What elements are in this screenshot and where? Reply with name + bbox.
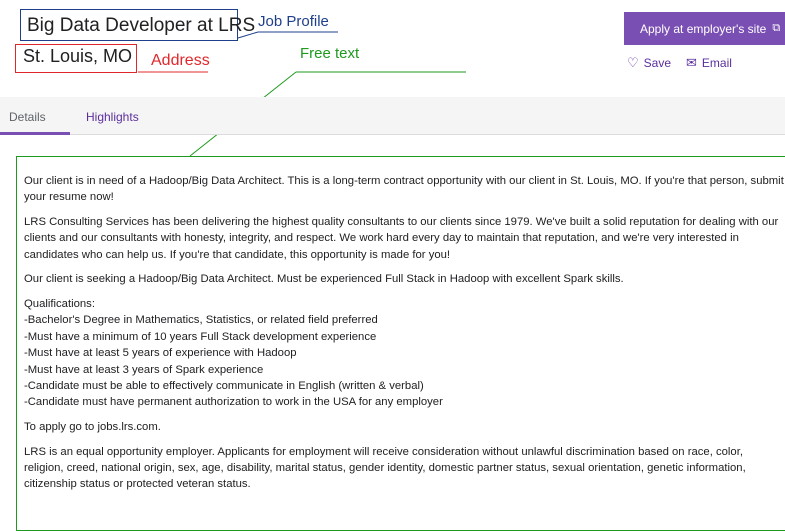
- job-title: Big Data Developer at LRS: [27, 15, 256, 36]
- description-paragraph: LRS is an equal opportunity employer. Ap…: [24, 445, 746, 491]
- job-profile-annotation-label: Job Profile: [258, 13, 329, 30]
- heart-icon: ♡: [627, 55, 639, 70]
- active-tab-indicator: [0, 132, 70, 135]
- save-label: Save: [643, 56, 672, 70]
- tab-details[interactable]: Details: [9, 110, 46, 124]
- qualification-item: -Must have at least 5 years of experienc…: [24, 347, 297, 360]
- qualification-item: -Candidate must have permanent authoriza…: [24, 396, 443, 409]
- description-paragraph: Our client is in need of a Hadoop/Big Da…: [24, 175, 784, 204]
- save-button[interactable]: ♡ Save: [627, 55, 671, 71]
- description-paragraph: Our client is seeking a Hadoop/Big Data …: [24, 273, 624, 286]
- apply-label: Apply at employer's site: [640, 21, 767, 36]
- address-annotation-label: Address: [151, 52, 210, 69]
- external-link-icon: ⧉: [772, 22, 781, 34]
- email-button[interactable]: ✉ Email: [686, 55, 732, 71]
- description-paragraph: To apply go to jobs.lrs.com.: [24, 421, 161, 434]
- email-label: Email: [701, 56, 732, 70]
- tab-highlights[interactable]: Highlights: [86, 110, 139, 124]
- description-paragraph: LRS Consulting Services has been deliver…: [24, 216, 779, 261]
- apply-at-employer-site-button[interactable]: Apply at employer's site ⧉: [624, 12, 785, 45]
- free-text-annotation-label: Free text: [300, 45, 360, 62]
- qualification-item: -Must have at least 3 years of Spark exp…: [24, 363, 264, 376]
- qualification-item: -Bachelor's Degree in Mathematics, Stati…: [24, 314, 378, 327]
- job-location: St. Louis, MO: [23, 46, 133, 66]
- qualification-item: -Must have a minimum of 10 years Full St…: [24, 330, 377, 343]
- qualifications-heading: Qualifications:: [24, 298, 95, 310]
- qualifications-list: Qualifications: -Bachelor's Degree in Ma…: [24, 296, 784, 411]
- job-description: Our client is in need of a Hadoop/Big Da…: [24, 173, 784, 501]
- envelope-icon: ✉: [686, 55, 697, 70]
- qualification-item: -Candidate must be able to effectively c…: [24, 380, 424, 393]
